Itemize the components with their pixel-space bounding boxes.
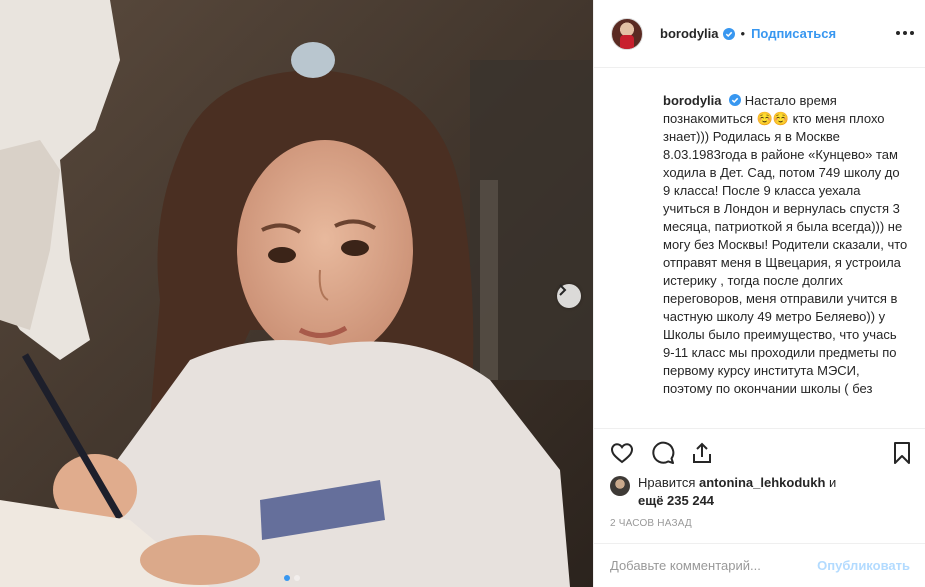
verified-badge-icon [729,94,742,106]
comment-icon[interactable] [651,441,675,465]
post-timestamp[interactable]: 2 часов назад [610,518,692,529]
carousel-dot [294,575,300,581]
likes-and: и [829,475,837,490]
liker-avatar[interactable] [610,476,630,496]
likes-prefix: Нравится [638,475,696,490]
publish-comment-button[interactable]: Опубликовать [817,558,910,573]
username-link[interactable]: borodylia [660,26,719,41]
separator: • [740,26,746,41]
likes-summary: Нравится antonina_lehkodukh и ещё 235 24… [610,474,910,510]
heart-icon[interactable] [610,441,634,465]
bookmark-icon[interactable] [890,441,914,465]
childhood-photo-image [0,0,593,587]
verified-badge-icon [722,27,735,40]
post-caption: borodylia Настало время познакомиться ☺️… [663,92,908,428]
post-sidebar: borodylia • Подписаться borodylia Настал… [593,0,925,587]
follow-button[interactable]: Подписаться [751,26,836,41]
caption-username[interactable]: borodylia [663,93,722,108]
avatar[interactable] [611,17,643,50]
post-photo[interactable] [0,0,593,587]
carousel-indicator [284,575,300,581]
comment-form: Опубликовать [594,543,925,587]
liker-username-link[interactable]: antonina_lehkodukh [699,475,825,490]
comment-input[interactable] [610,558,818,573]
carousel-next-button[interactable] [557,284,581,308]
chevron-right-icon [559,284,567,296]
post-actions [594,428,925,468]
carousel-dot-active [284,575,290,581]
more-options-icon[interactable] [896,26,914,40]
share-icon[interactable] [690,441,714,465]
post-header: borodylia • Подписаться [594,0,925,68]
caption-text: Настало время познакомиться ☺️☺️ кто мен… [663,93,908,396]
likes-count-link[interactable]: ещё 235 244 [638,493,714,508]
